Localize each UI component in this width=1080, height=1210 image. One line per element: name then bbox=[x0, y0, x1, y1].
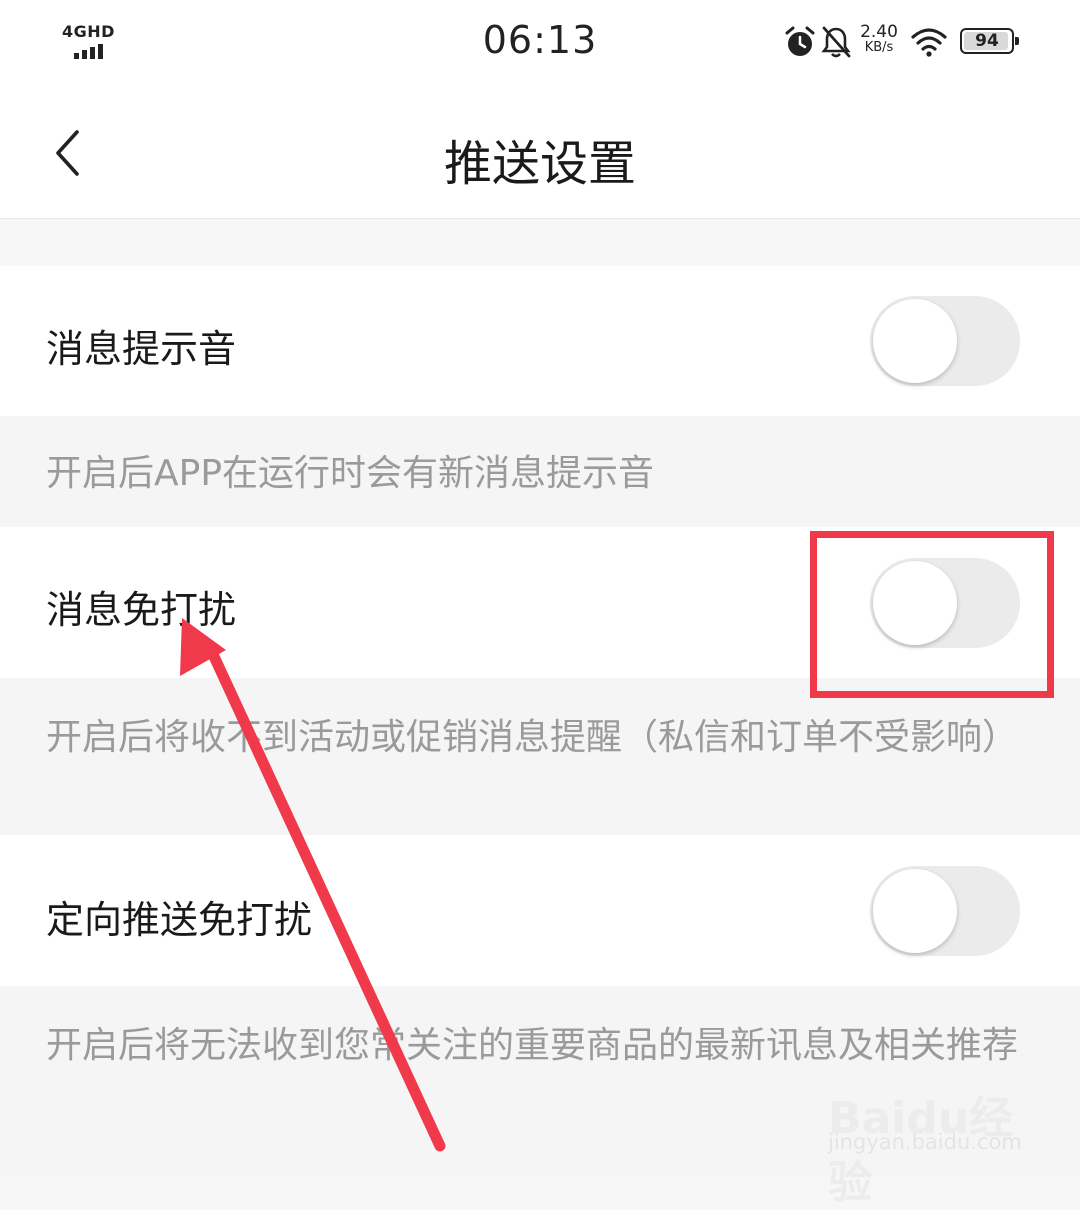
network-speed: 2.40 KB/s bbox=[856, 24, 902, 56]
alarm-icon bbox=[785, 26, 815, 56]
toggle-message-sound[interactable] bbox=[870, 296, 1020, 386]
toggle-knob bbox=[873, 299, 957, 383]
highlight-box bbox=[810, 531, 1054, 698]
status-bar: 4GHD 06:13 2.40 KB/s 94 bbox=[0, 0, 1080, 88]
baidu-watermark: Baidu经验 jingyan.baidu.com bbox=[828, 1060, 1048, 1208]
bell-off-icon bbox=[821, 26, 851, 58]
setting-label-dnd: 消息免打扰 bbox=[46, 588, 237, 632]
watermark-url: jingyan.baidu.com bbox=[828, 1130, 1022, 1154]
setting-label-targeted-dnd: 定向推送免打扰 bbox=[46, 898, 313, 942]
setting-row-targeted-dnd: 定向推送免打扰 bbox=[0, 835, 1080, 986]
nav-bar: 推送设置 bbox=[0, 88, 1080, 219]
battery-icon: 94 bbox=[960, 28, 1019, 54]
wifi-icon bbox=[911, 28, 947, 57]
setting-label-sound: 消息提示音 bbox=[46, 327, 237, 371]
setting-desc-dnd: 开启后将收不到活动或促销消息提醒（私信和订单不受影响） bbox=[0, 678, 1080, 835]
setting-desc-text-sound: 开启后APP在运行时会有新消息提示音 bbox=[46, 453, 655, 494]
page-title: 推送设置 bbox=[443, 136, 636, 192]
toggle-targeted-push-dnd[interactable] bbox=[870, 866, 1020, 956]
setting-desc-sound: 开启后APP在运行时会有新消息提示音 bbox=[0, 416, 1080, 527]
network-speed-value: 2.40 bbox=[860, 22, 898, 42]
toggle-knob bbox=[873, 869, 957, 953]
battery-level: 94 bbox=[975, 31, 999, 51]
setting-row-sound: 消息提示音 bbox=[0, 266, 1080, 416]
network-speed-unit: KB/s bbox=[864, 40, 894, 55]
setting-desc-text-dnd: 开启后将收不到活动或促销消息提醒（私信和订单不受影响） bbox=[46, 717, 1019, 758]
